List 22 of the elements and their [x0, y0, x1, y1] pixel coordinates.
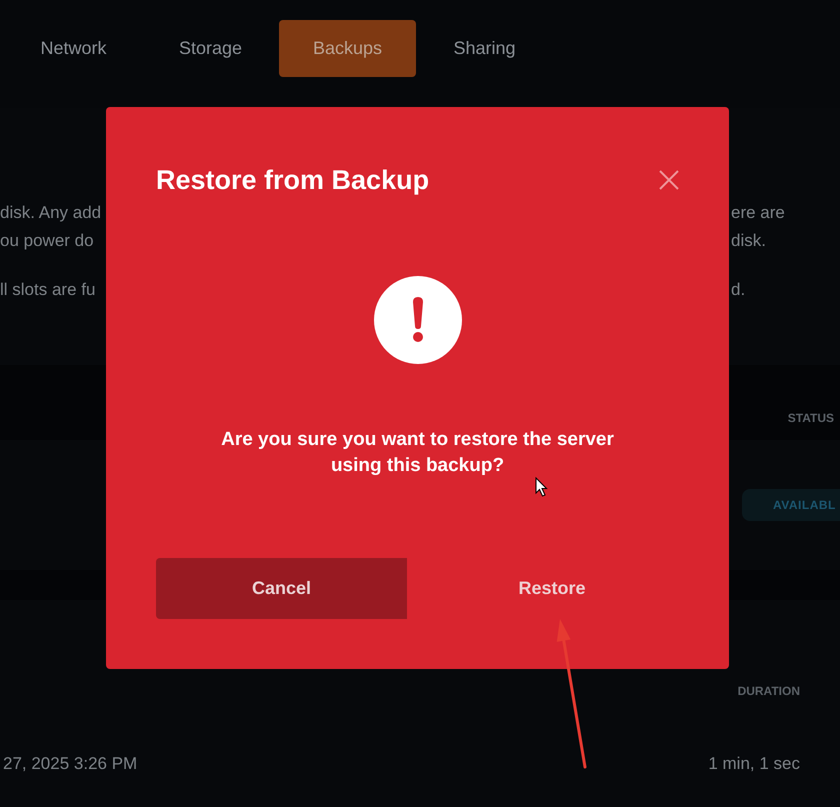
tab[interactable]: Backups: [279, 20, 416, 77]
table-cell-text: 1 min, 1 sec: [708, 753, 800, 776]
paragraph-text: ll slots are fu: [0, 279, 96, 302]
tab[interactable]: Network: [5, 20, 142, 77]
close-icon[interactable]: [659, 170, 679, 190]
dialog-title: Restore from Backup: [156, 164, 430, 196]
table-cell-text: 27, 2025 3:26 PM: [3, 753, 138, 776]
tab[interactable]: Storage: [142, 20, 279, 77]
column-header: STATUS: [788, 410, 834, 426]
paragraph-text: ere are: [731, 202, 785, 224]
paragraph-text: d.: [731, 279, 746, 302]
dialog-message: Are you sure you want to restore the server using this backup?: [220, 428, 615, 478]
tab[interactable]: Sharing: [416, 20, 553, 77]
warning-icon: [374, 276, 462, 364]
paragraph-text: disk. Any add: [0, 202, 102, 224]
column-header: DURATION: [738, 683, 800, 699]
restore-button[interactable]: Restore: [407, 558, 697, 619]
cancel-button[interactable]: Cancel: [156, 558, 407, 619]
status-badge: AVAILABL: [742, 489, 840, 521]
cursor-icon: [535, 477, 548, 497]
paragraph-text: ou power do: [0, 230, 94, 252]
paragraph-text: disk.: [731, 230, 766, 252]
